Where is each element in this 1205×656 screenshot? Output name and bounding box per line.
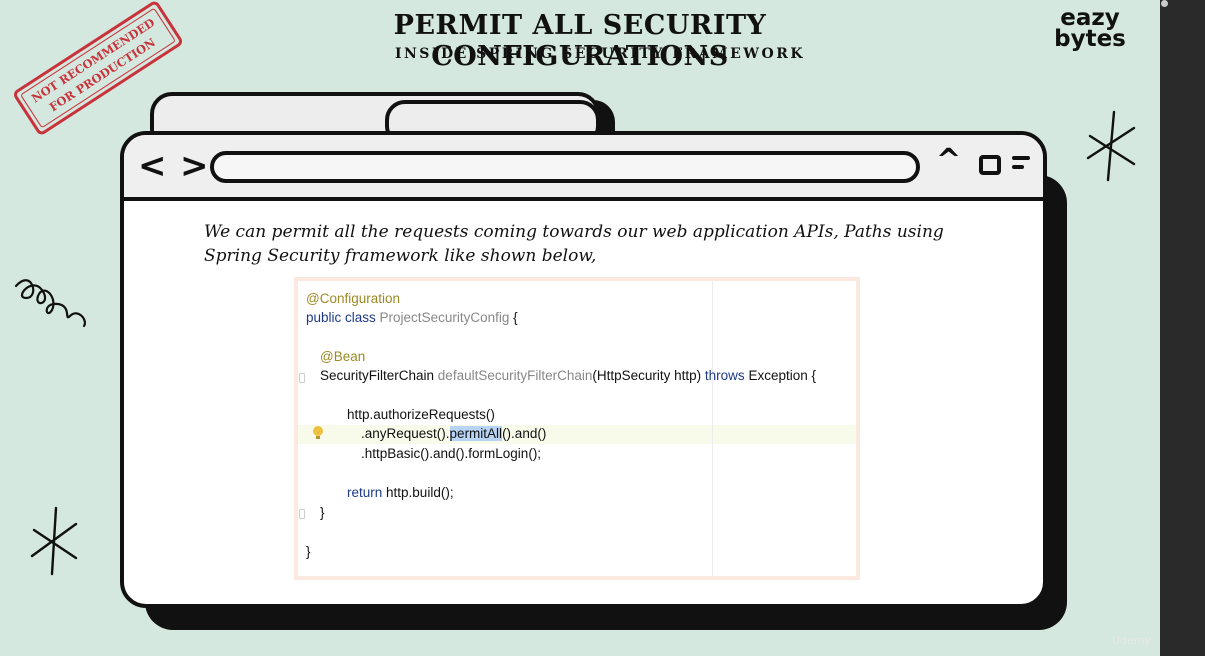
configuration-annotation: @Configuration (306, 291, 401, 306)
code-line-1: @Configuration (306, 291, 400, 306)
stamp-line-1: NOT RECOMMENDED (28, 15, 158, 106)
return-keyword: return (347, 485, 383, 500)
browser-toolbar: < > ^ (124, 135, 1043, 201)
star-doodle-icon (1086, 110, 1136, 182)
code-line-8: return http.build(); (347, 485, 454, 500)
udemy-watermark: Udemy (1112, 634, 1152, 647)
bean-annotation: @Bean (320, 349, 366, 364)
class-name: ProjectSecurityConfig (379, 310, 510, 325)
code-line-2: public class ProjectSecurityConfig { (306, 310, 518, 325)
code-line-7: .httpBasic().and().formLogin(); (361, 446, 542, 461)
any-request-call: .anyRequest(). (361, 426, 450, 441)
method-params: (HttpSecurity http) (592, 368, 705, 383)
code-margin-guide (712, 281, 713, 576)
throws-keyword: throws (704, 368, 745, 383)
panel-dot-icon (1161, 0, 1168, 7)
code-snippet: @Configuration public class ProjectSecur… (298, 281, 856, 576)
and-call: ().and() (502, 426, 547, 441)
address-bar[interactable] (210, 151, 920, 183)
slide: PERMIT ALL SECURITY CONFIGURATIONS INSID… (0, 0, 1160, 656)
description-text: We can permit all the requests coming to… (204, 222, 944, 266)
slide-title: PERMIT ALL SECURITY CONFIGURATIONS (393, 10, 767, 72)
return-type: SecurityFilterChain (320, 368, 438, 383)
squiggle-doodle-icon (14, 279, 86, 328)
eazybytes-logo: eazy bytes (1040, 7, 1140, 52)
code-line-10: } (306, 544, 311, 559)
star-doodle-icon-2 (30, 506, 78, 576)
fold-marker-icon-2[interactable] (299, 509, 305, 519)
lightbulb-icon[interactable] (313, 426, 323, 439)
slide-subtitle: INSIDE SPRING SECURITY FRAMEWORK (394, 46, 806, 62)
right-side-panel (1160, 0, 1205, 656)
back-arrow-icon[interactable]: < (138, 149, 167, 183)
caret-up-icon[interactable]: ^ (936, 143, 961, 178)
method-name: defaultSecurityFilterChain (437, 368, 593, 383)
code-line-6: .anyRequest().permitAll().and() (361, 426, 546, 441)
forward-arrow-icon[interactable]: > (180, 149, 209, 183)
code-line-5: http.authorizeRequests() (347, 407, 495, 422)
fold-marker-icon[interactable] (299, 373, 305, 383)
class-brace: { (509, 310, 518, 325)
code-line-9: } (320, 505, 325, 520)
menu-lines-icon[interactable] (1012, 156, 1032, 174)
permit-all-selection[interactable]: permitAll (449, 426, 503, 441)
method-end: Exception { (744, 368, 816, 383)
window-box-icon[interactable] (979, 155, 1001, 175)
code-line-4: SecurityFilterChain defaultSecurityFilte… (320, 368, 816, 383)
logo-line-2: bytes (1054, 26, 1126, 52)
return-expression: http.build(); (382, 485, 454, 500)
code-line-3: @Bean (320, 349, 365, 364)
class-keyword: public class (306, 310, 376, 325)
